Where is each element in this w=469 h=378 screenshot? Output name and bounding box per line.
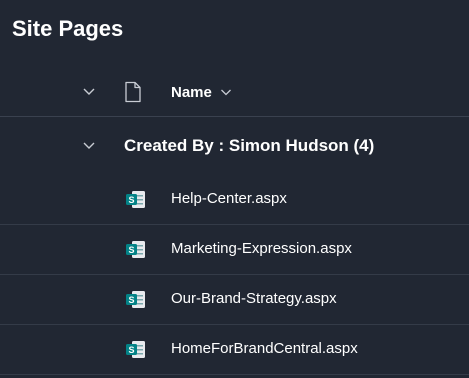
file-name-link[interactable]: Help-Center.aspx bbox=[171, 189, 287, 209]
page-title: Site Pages bbox=[12, 16, 124, 41]
list-item[interactable]: S Our-Brand-Strategy.aspx bbox=[0, 275, 469, 325]
svg-text:S: S bbox=[128, 295, 134, 305]
list-item[interactable]: S Help-Center.aspx bbox=[0, 175, 469, 225]
sort-chevron-icon[interactable] bbox=[220, 86, 232, 98]
list-item[interactable]: S HomeForBrandCentral.aspx bbox=[0, 325, 469, 375]
svg-text:S: S bbox=[128, 245, 134, 255]
list-item[interactable]: S Marketing-Expression.aspx bbox=[0, 225, 469, 275]
site-pages-library: Site Pages Name Created By : Simon Hudso… bbox=[0, 0, 469, 378]
file-name-link[interactable]: HomeForBrandCentral.aspx bbox=[171, 339, 358, 359]
file-name-link[interactable]: Our-Brand-Strategy.aspx bbox=[171, 289, 337, 309]
name-column-label: Name bbox=[171, 83, 212, 101]
column-header-row: Name bbox=[0, 68, 469, 117]
sharepoint-page-icon: S bbox=[126, 191, 145, 208]
chevron-down-icon[interactable] bbox=[80, 84, 98, 100]
sharepoint-page-icon: S bbox=[126, 341, 145, 358]
sharepoint-page-icon: S bbox=[126, 291, 145, 308]
chevron-down-icon[interactable] bbox=[80, 138, 98, 154]
file-name-link[interactable]: Marketing-Expression.aspx bbox=[171, 239, 352, 259]
svg-text:S: S bbox=[128, 195, 134, 205]
svg-text:S: S bbox=[128, 345, 134, 355]
group-header-created-by[interactable]: Created By : Simon Hudson (4) bbox=[0, 122, 469, 170]
name-column-header[interactable]: Name bbox=[171, 81, 232, 103]
group-title: Created By : Simon Hudson (4) bbox=[124, 136, 375, 155]
sharepoint-page-icon: S bbox=[126, 241, 145, 258]
document-icon bbox=[125, 81, 141, 103]
